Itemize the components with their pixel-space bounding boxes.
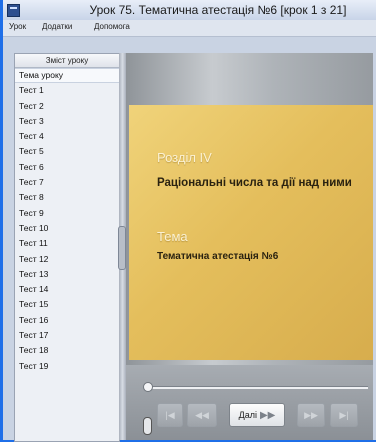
- lesson-item[interactable]: Тест 18: [15, 343, 119, 358]
- forward-button[interactable]: ▶▶: [297, 403, 325, 427]
- next-label: Далі: [238, 410, 257, 420]
- lesson-item[interactable]: Тест 19: [15, 359, 119, 374]
- topic-title: Тематична атестація №6: [157, 251, 279, 262]
- prev-icon: ◀◀: [195, 410, 209, 420]
- lesson-item[interactable]: Тест 15: [15, 297, 119, 312]
- app-icon[interactable]: [7, 4, 20, 17]
- lesson-item[interactable]: Тест 17: [15, 328, 119, 343]
- menu-bar: Урок Додатки Допомога: [3, 20, 376, 37]
- next-icon: ▶▶: [259, 410, 276, 421]
- end-icon: ▶|: [339, 410, 349, 420]
- forward-icon: ▶▶: [304, 410, 318, 420]
- window-title: Урок 75. Тематична атестація №6 [крок 1 …: [89, 3, 347, 17]
- lesson-item[interactable]: Тест 6: [15, 160, 119, 175]
- lesson-item[interactable]: Тест 5: [15, 144, 119, 159]
- lesson-item[interactable]: Тест 11: [15, 236, 119, 251]
- menu-help[interactable]: Допомога: [94, 22, 130, 31]
- lesson-item[interactable]: Тест 4: [15, 129, 119, 144]
- splitter-grip-icon[interactable]: [118, 226, 126, 270]
- lesson-list: Тема уроку Тест 1 Тест 2 Тест 3 Тест 4 Тест 5…: [15, 68, 119, 374]
- lesson-item[interactable]: Тест 10: [15, 221, 119, 236]
- prev-button[interactable]: ◀◀: [187, 403, 217, 427]
- lesson-item[interactable]: Тема уроку: [15, 68, 119, 84]
- contents-header: Зміст уроку: [15, 54, 119, 68]
- lesson-item[interactable]: Тест 12: [15, 252, 119, 267]
- lesson-item[interactable]: Тест 7: [15, 175, 119, 190]
- lesson-item[interactable]: Тест 2: [15, 99, 119, 114]
- next-button[interactable]: Далі ▶▶: [229, 403, 285, 427]
- lesson-item[interactable]: Тест 14: [15, 282, 119, 297]
- lesson-item[interactable]: Тест 1: [15, 83, 119, 98]
- lesson-item[interactable]: Тест 9: [15, 206, 119, 221]
- lesson-contents-panel: Зміст уроку Тема уроку Тест 1 Тест 2 Тест 3…: [14, 53, 120, 442]
- first-button[interactable]: |◀: [157, 403, 183, 427]
- progress-track[interactable]: [148, 386, 368, 389]
- section-title: Раціональні числа та дії над ними: [157, 177, 352, 189]
- menu-addons[interactable]: Додатки: [42, 22, 72, 31]
- lesson-item[interactable]: Тест 13: [15, 267, 119, 282]
- menu-lesson[interactable]: Урок: [9, 22, 26, 31]
- topic-label: Тема: [157, 229, 188, 244]
- speaker-icon[interactable]: [143, 417, 152, 435]
- title-bar: Урок 75. Тематична атестація №6 [крок 1 …: [3, 0, 376, 21]
- lesson-item[interactable]: Тест 8: [15, 190, 119, 205]
- end-button[interactable]: ▶|: [330, 403, 358, 427]
- progress-knob[interactable]: [143, 382, 153, 392]
- section-label: Розділ IV: [157, 150, 212, 165]
- lesson-item[interactable]: Тест 3: [15, 114, 119, 129]
- lesson-item[interactable]: Тест 16: [15, 313, 119, 328]
- first-icon: |◀: [165, 410, 175, 420]
